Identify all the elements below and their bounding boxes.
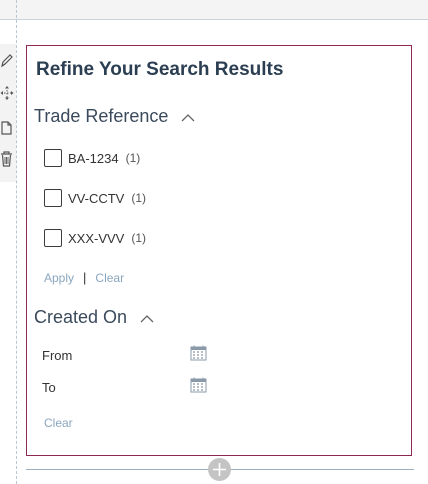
copy-icon[interactable] [0,118,14,136]
move-icon[interactable] [0,85,14,103]
layout-guide [16,0,17,484]
action-separator: | [83,270,87,285]
option-label: VV-CCTV [68,190,125,206]
from-date-field: From [42,345,212,366]
trade-reference-option: XXX-VVV (1) [44,228,146,248]
plus-icon [213,463,226,476]
top-band [0,0,428,20]
chevron-up-icon [140,308,154,329]
to-date-field: To [42,377,212,398]
trash-icon[interactable] [0,150,14,168]
checkbox-ba-1234[interactable] [44,149,62,167]
page: Refine Your Search Results Trade Referen… [0,0,428,484]
calendar-icon[interactable] [190,345,207,366]
option-count: (1) [125,151,141,165]
panel-title: Refine Your Search Results [36,59,284,80]
apply-link[interactable]: Apply [44,271,74,285]
trade-reference-option: VV-CCTV (1) [44,188,146,208]
trade-reference-actions: Apply | Clear [44,269,124,287]
clear-trade-reference-link[interactable]: Clear [95,271,124,285]
add-section-button[interactable] [208,458,231,481]
calendar-icon[interactable] [190,377,207,398]
chevron-up-icon [181,107,195,128]
option-count: (1) [131,231,147,245]
trade-reference-option: BA-1234 (1) [44,148,140,168]
checkbox-xxx-vvv[interactable] [44,229,62,247]
trade-reference-header[interactable]: Trade Reference [34,106,195,128]
created-on-header[interactable]: Created On [34,307,154,329]
to-label: To [42,379,56,395]
checkbox-vv-cctv[interactable] [44,189,62,207]
trade-reference-label: Trade Reference [34,106,169,126]
option-label: XXX-VVV [68,230,125,246]
created-on-label: Created On [34,307,128,327]
created-on-actions: Clear [44,414,73,432]
refine-search-panel: Refine Your Search Results Trade Referen… [26,45,412,456]
from-label: From [42,347,73,363]
clear-created-on-link[interactable]: Clear [44,416,73,430]
edit-toolbar [0,44,16,182]
option-count: (1) [131,191,147,205]
pencil-icon[interactable] [0,52,14,70]
option-label: BA-1234 [68,150,119,166]
